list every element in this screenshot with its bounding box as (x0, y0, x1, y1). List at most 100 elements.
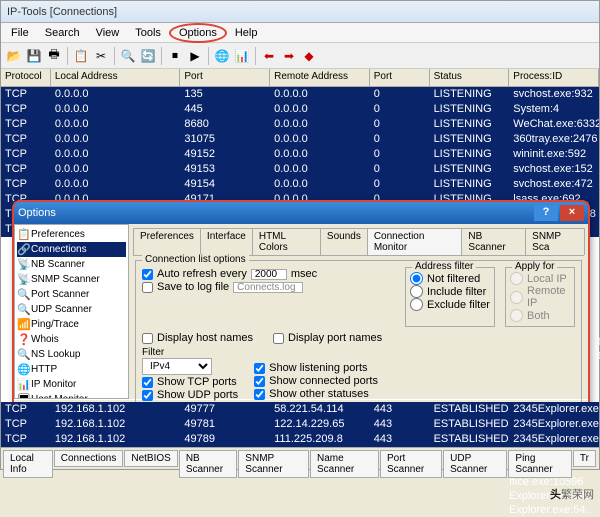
filter-select[interactable]: IPv4 (142, 358, 212, 375)
show-listening-checkbox[interactable] (254, 363, 265, 374)
include-filter-radio[interactable] (410, 285, 423, 298)
tree-item[interactable]: 📡NB Scanner (17, 257, 126, 272)
tool-find-icon[interactable]: 🔍 (119, 47, 137, 65)
bottom-tab[interactable]: Local Info (3, 450, 53, 478)
auto-refresh-checkbox[interactable] (142, 269, 153, 280)
table-row[interactable]: TCP0.0.0.0491520.0.0.00LISTENINGwininit.… (1, 147, 599, 162)
menu-tools[interactable]: Tools (127, 25, 169, 41)
column-headers: Protocol Local Address Port Remote Addre… (1, 69, 599, 87)
tree-item[interactable]: 🔍UDP Scanner (17, 302, 126, 317)
options-tab[interactable]: Connection Monitor (367, 228, 463, 255)
options-tab[interactable]: NB Scanner (461, 228, 526, 255)
group-legend: Connection list options (142, 254, 249, 265)
col-status[interactable]: Status (430, 69, 510, 86)
save-log-checkbox[interactable] (142, 282, 153, 293)
table-row[interactable]: TCP0.0.0.0310750.0.0.00LISTENING360tray.… (1, 132, 599, 147)
table-row[interactable]: TCP0.0.0.0491530.0.0.00LISTENINGsvchost.… (1, 162, 599, 177)
col-remote[interactable]: Remote Address (270, 69, 370, 86)
col-process[interactable]: Process:ID (509, 69, 599, 86)
tool-net-icon[interactable]: 🌐 (213, 47, 231, 65)
dialog-close-icon[interactable]: × (560, 205, 584, 221)
tree-item[interactable]: 📶Ping/Trace (17, 317, 126, 332)
tool-left-icon[interactable]: ⬅ (260, 47, 278, 65)
tool-play-icon[interactable]: ▶ (186, 47, 204, 65)
options-tab[interactable]: Preferences (133, 228, 201, 255)
table-row[interactable]: TCP0.0.0.0491540.0.0.00LISTENINGsvchost.… (1, 177, 599, 192)
tree-item[interactable]: 🔗Connections (17, 242, 126, 257)
table-row[interactable]: TCP192.168.1.10249789111.225.209.8443EST… (1, 432, 599, 447)
menu-help[interactable]: Help (227, 25, 266, 41)
tree-item[interactable]: ❓Whois (17, 332, 126, 347)
col-local[interactable]: Local Address (51, 69, 181, 86)
display-port-checkbox[interactable] (273, 333, 284, 344)
options-tabs: PreferencesInterfaceHTML ColorsSoundsCon… (133, 228, 584, 256)
connection-list-lower[interactable]: TCP192.168.1.1024977758.221.54.114443EST… (1, 402, 599, 447)
remote-ip-radio (510, 291, 523, 304)
bottom-tab[interactable]: Name Scanner (310, 450, 379, 478)
col-lport[interactable]: Port (180, 69, 270, 86)
not-filtered-radio[interactable] (410, 272, 423, 285)
col-protocol[interactable]: Protocol (1, 69, 51, 86)
dialog-help-icon[interactable]: ? (534, 205, 558, 221)
tool-diamond-icon[interactable]: ◆ (300, 47, 318, 65)
tree-item[interactable]: 📡SNMP Scanner (17, 272, 126, 287)
tool-right-icon[interactable]: ➡ (280, 47, 298, 65)
show-tcp-checkbox[interactable] (142, 377, 153, 388)
refresh-interval-input[interactable] (251, 269, 287, 280)
options-dialog: Options ? × 📋Preferences🔗Connections📡NB … (13, 201, 589, 436)
both-ip-radio (510, 309, 523, 322)
options-tab[interactable]: SNMP Sca (525, 228, 585, 255)
toolbar: 📂 💾 🖶 📋 ✂ 🔍 🔄 ⏹ ▶ 🌐 📊 ⬅ ➡ ◆ (1, 43, 599, 69)
options-tab[interactable]: HTML Colors (252, 228, 321, 255)
options-tab[interactable]: Interface (200, 228, 253, 255)
table-row[interactable]: TCP192.168.1.10249781122.14.229.65443EST… (1, 417, 599, 432)
table-row[interactable]: TCP192.168.1.1024977758.221.54.114443EST… (1, 402, 599, 417)
menu-file[interactable]: File (3, 25, 37, 41)
log-file-input[interactable] (233, 282, 303, 293)
bottom-tab[interactable]: Connections (54, 450, 124, 467)
tree-item[interactable]: 📊IP Monitor (17, 377, 126, 392)
menu-search[interactable]: Search (37, 25, 88, 41)
menubar: File Search View Tools Options Help (1, 23, 599, 43)
tree-item[interactable]: 🔍Port Scanner (17, 287, 126, 302)
titlebar: IP-Tools [Connections] (1, 1, 599, 23)
show-udp-checkbox[interactable] (142, 390, 153, 401)
bottom-tab[interactable]: Tr (573, 450, 596, 467)
exclude-filter-radio[interactable] (410, 298, 423, 311)
table-row[interactable]: TCP0.0.0.01350.0.0.00LISTENINGsvchost.ex… (1, 87, 599, 102)
show-other-checkbox[interactable] (254, 389, 265, 400)
tool-cut-icon[interactable]: ✂ (92, 47, 110, 65)
tool-print-icon[interactable]: 🖶 (45, 47, 63, 65)
options-tree[interactable]: 📋Preferences🔗Connections📡NB Scanner📡SNMP… (14, 224, 129, 399)
tree-item[interactable]: 🖥Host Monitor (17, 392, 126, 399)
display-host-checkbox[interactable] (142, 333, 153, 344)
bottom-tab[interactable]: Port Scanner (380, 450, 442, 478)
tool-chart-icon[interactable]: 📊 (233, 47, 251, 65)
col-rport[interactable]: Port (370, 69, 430, 86)
bottom-tabs: Local InfoConnectionsNetBIOSNB ScannerSN… (1, 447, 599, 469)
tree-item[interactable]: 🌐HTTP (17, 362, 126, 377)
tool-refresh-icon[interactable]: 🔄 (139, 47, 157, 65)
options-tab[interactable]: Sounds (320, 228, 368, 255)
tool-copy-icon[interactable]: 📋 (72, 47, 90, 65)
bottom-tab[interactable]: NetBIOS (124, 450, 177, 467)
tool-save-icon[interactable]: 💾 (25, 47, 43, 65)
tool-open-icon[interactable]: 📂 (5, 47, 23, 65)
tree-item[interactable]: 🔍NS Lookup (17, 347, 126, 362)
dialog-titlebar: Options ? × (14, 202, 588, 224)
dialog-title: Options (18, 207, 56, 219)
bottom-tab[interactable]: Ping Scanner (508, 450, 572, 478)
tool-stop-icon[interactable]: ⏹ (166, 47, 184, 65)
bottom-tab[interactable]: UDP Scanner (443, 450, 507, 478)
tree-item[interactable]: 📋Preferences (17, 227, 126, 242)
bottom-tab[interactable]: NB Scanner (179, 450, 237, 478)
app-title: IP-Tools [Connections] (7, 6, 117, 18)
menu-options[interactable]: Options (169, 23, 227, 43)
local-ip-radio (510, 272, 523, 285)
bottom-tab[interactable]: SNMP Scanner (238, 450, 309, 478)
show-connected-checkbox[interactable] (254, 376, 265, 387)
table-row[interactable]: TCP0.0.0.086800.0.0.00LISTENINGWeChat.ex… (1, 117, 599, 132)
menu-view[interactable]: View (88, 25, 128, 41)
watermark: 头繁荣网 (550, 486, 594, 502)
table-row[interactable]: TCP0.0.0.04450.0.0.00LISTENINGSystem:4 (1, 102, 599, 117)
